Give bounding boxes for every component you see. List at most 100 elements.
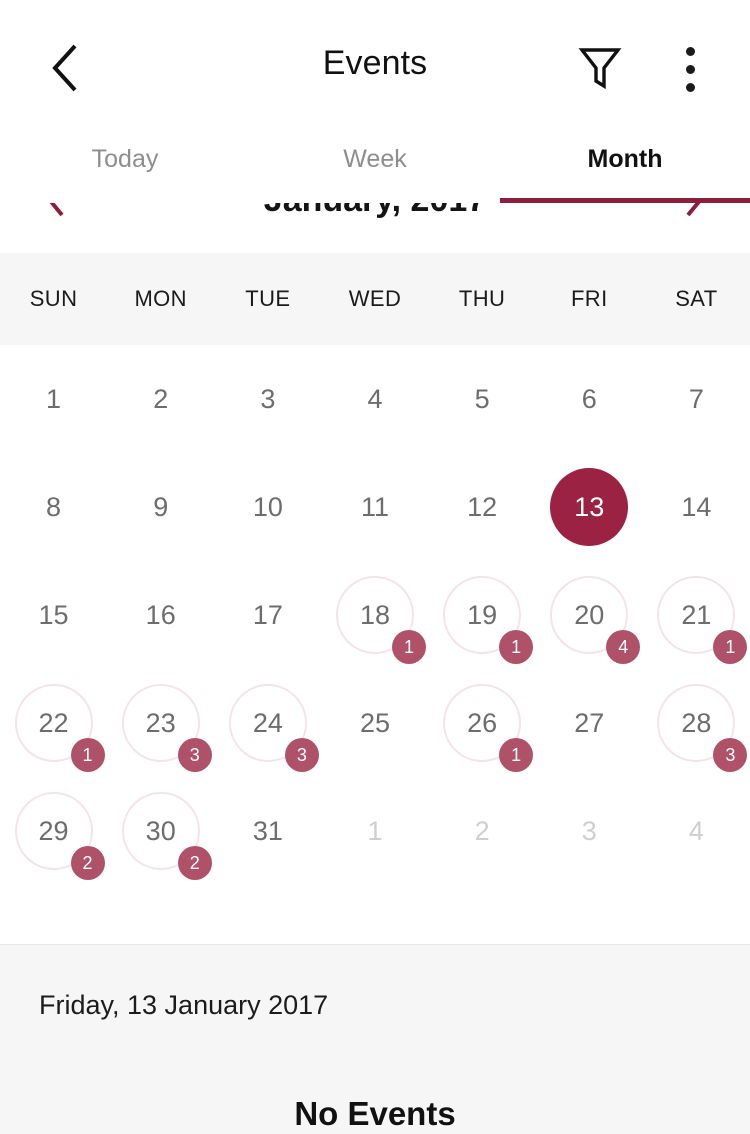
calendar-day-cell[interactable]: 11 xyxy=(321,453,428,561)
day-circle: 28 3 xyxy=(657,684,748,772)
calendar-day-cell[interactable]: 30 2 xyxy=(107,777,214,885)
calendar-day-cell[interactable]: 8 xyxy=(0,453,107,561)
day-number: 8 xyxy=(46,491,62,522)
day-circle: 6 xyxy=(550,360,628,438)
day-circle: 25 xyxy=(336,684,414,762)
day-number: 7 xyxy=(688,383,704,414)
day-circle: 17 xyxy=(229,576,307,654)
tab-month[interactable]: Month xyxy=(500,120,750,203)
day-number: 10 xyxy=(252,491,283,522)
day-circle: 3 xyxy=(229,360,307,438)
day-circle: 10 xyxy=(229,468,307,546)
selected-day-detail-panel: Friday, 13 January 2017 No Events xyxy=(0,944,750,1134)
page-title: Events xyxy=(322,44,428,82)
weekday-label-mon: MON xyxy=(134,286,187,311)
day-circle: 16 xyxy=(122,576,200,654)
day-number: 25 xyxy=(359,707,390,738)
day-circle: 12 xyxy=(443,468,521,546)
day-circle: 20 4 xyxy=(550,576,641,664)
calendar-day-cell[interactable]: 16 xyxy=(107,561,214,669)
event-count-badge: 3 xyxy=(177,738,212,772)
calendar-day-cell[interactable]: 6 xyxy=(536,345,643,453)
calendar-day-cell[interactable]: 25 xyxy=(321,669,428,777)
weekday-label-tue: TUE xyxy=(245,286,291,311)
calendar-day-cell[interactable]: 9 xyxy=(107,453,214,561)
day-circle: 24 3 xyxy=(228,684,319,772)
calendar-day-cell[interactable]: 2 xyxy=(429,777,536,885)
day-circle: 1 xyxy=(15,360,93,438)
calendar-day-cell[interactable]: 27 xyxy=(536,669,643,777)
day-circle: 21 1 xyxy=(657,576,748,664)
day-number: 3 xyxy=(260,383,276,414)
day-number: 2 xyxy=(474,815,490,846)
day-circle: 14 xyxy=(657,468,735,546)
day-number: 12 xyxy=(467,491,498,522)
day-number: 3 xyxy=(581,815,597,846)
selected-date-label: Friday, 13 January 2017 xyxy=(39,990,329,1020)
overflow-menu-icon xyxy=(685,82,695,92)
weekday-header: SUN MON TUE WED THU FRI SAT xyxy=(0,253,750,345)
calendar-week-row: 15 16 17 18 1 19 1 20 4 21 1 xyxy=(0,561,750,669)
event-count-badge: 2 xyxy=(70,846,105,880)
day-circle: 4 xyxy=(336,360,414,438)
calendar-day-cell[interactable]: 31 xyxy=(214,777,321,885)
overflow-menu-icon xyxy=(685,64,695,74)
day-number: 15 xyxy=(38,599,69,630)
filter-button[interactable] xyxy=(565,38,635,100)
weekday-label-fri: FRI xyxy=(570,286,608,311)
calendar-day-cell[interactable]: 20 4 xyxy=(536,561,643,669)
calendar-day-cell[interactable]: 29 2 xyxy=(0,777,107,885)
calendar-day-cell[interactable]: 28 3 xyxy=(643,669,750,777)
day-circle: 15 xyxy=(15,576,93,654)
event-count-badge: 1 xyxy=(499,738,534,772)
calendar-day-cell[interactable]: 2 xyxy=(107,345,214,453)
calendar-day-cell[interactable]: 1 xyxy=(321,777,428,885)
calendar-day-cell[interactable]: 4 xyxy=(643,777,750,885)
calendar-day-cell[interactable]: 24 3 xyxy=(214,669,321,777)
day-circle: 19 1 xyxy=(443,576,534,664)
day-circle: 1 xyxy=(336,792,414,870)
calendar-day-cell[interactable]: 19 1 xyxy=(429,561,536,669)
day-circle: 30 2 xyxy=(121,792,212,880)
event-count-badge: 2 xyxy=(177,846,212,880)
calendar-day-cell[interactable]: 23 3 xyxy=(107,669,214,777)
weekday-label-thu: THU xyxy=(458,286,506,311)
day-circle: 5 xyxy=(443,360,521,438)
calendar-day-cell[interactable]: 22 1 xyxy=(0,669,107,777)
no-events-label: No Events xyxy=(294,1095,456,1132)
calendar-day-cell[interactable]: 15 xyxy=(0,561,107,669)
calendar-day-cell[interactable]: 10 xyxy=(214,453,321,561)
tab-week[interactable]: Week xyxy=(250,120,500,203)
calendar-day-cell[interactable]: 14 xyxy=(643,453,750,561)
overflow-menu-icon xyxy=(685,46,695,56)
day-circle: 29 2 xyxy=(14,792,105,880)
calendar-day-cell[interactable]: 17 xyxy=(214,561,321,669)
day-number: 14 xyxy=(681,491,712,522)
calendar-day-cell[interactable]: 26 1 xyxy=(429,669,536,777)
day-circle: 2 xyxy=(122,360,200,438)
day-number: 9 xyxy=(153,491,169,522)
calendar-day-cell[interactable]: 12 xyxy=(429,453,536,561)
day-number: 13 xyxy=(574,491,605,522)
day-number: 27 xyxy=(574,707,605,738)
calendar-day-cell[interactable]: 5 xyxy=(429,345,536,453)
calendar-day-cell[interactable]: 13 xyxy=(536,453,643,561)
calendar-day-cell[interactable]: 4 xyxy=(321,345,428,453)
tab-today[interactable]: Today xyxy=(0,120,250,203)
day-number: 1 xyxy=(46,383,62,414)
overflow-menu-button[interactable] xyxy=(660,38,720,100)
day-circle: 22 1 xyxy=(14,684,105,772)
event-count-badge: 1 xyxy=(70,738,105,772)
weekday-label-sun: SUN xyxy=(29,286,78,311)
calendar-day-cell[interactable]: 18 1 xyxy=(321,561,428,669)
calendar-day-cell[interactable]: 21 1 xyxy=(643,561,750,669)
day-circle: 8 xyxy=(15,468,93,546)
day-number: 11 xyxy=(360,491,389,522)
calendar-day-cell[interactable]: 3 xyxy=(536,777,643,885)
calendar-day-cell[interactable]: 3 xyxy=(214,345,321,453)
day-circle: 4 xyxy=(657,792,735,870)
day-number: 16 xyxy=(145,599,176,630)
day-circle: 26 1 xyxy=(443,684,534,772)
calendar-day-cell[interactable]: 1 xyxy=(0,345,107,453)
calendar-day-cell[interactable]: 7 xyxy=(643,345,750,453)
